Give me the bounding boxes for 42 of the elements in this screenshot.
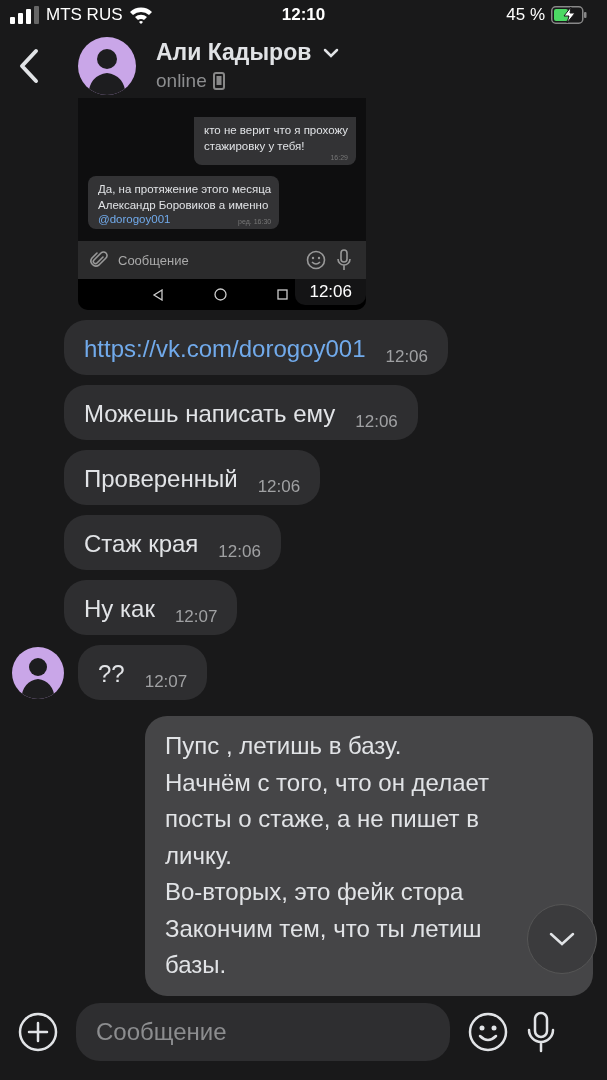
battery-icon xyxy=(551,6,587,25)
online-status: online xyxy=(156,70,207,93)
clock-time: 12:10 xyxy=(280,5,327,26)
message-text: Можешь написать ему xyxy=(84,399,336,429)
home-nav-icon xyxy=(214,288,227,302)
message-placeholder: Сообщение xyxy=(118,252,190,268)
add-button[interactable] xyxy=(18,1011,58,1052)
message-time: 12:06 xyxy=(257,477,301,498)
mic-icon xyxy=(336,249,352,272)
back-nav-icon xyxy=(152,288,164,301)
recents-nav-icon xyxy=(277,289,288,301)
mention-link[interactable]: @dorogoy001 xyxy=(98,213,171,226)
message-text: Ну как xyxy=(84,594,155,624)
emoji-button[interactable] xyxy=(468,1011,508,1052)
wifi-icon xyxy=(128,6,153,25)
chevron-down-icon xyxy=(549,931,575,948)
message-time: 12:07 xyxy=(144,672,188,693)
message-time: 12:07 xyxy=(174,607,218,628)
contact-name[interactable]: Али Кадыров xyxy=(156,39,312,67)
message-time: 12:06 xyxy=(385,347,429,368)
back-button[interactable] xyxy=(18,47,40,84)
message-text: Пупс , летишь в базу. Начнём с того, что он делает посты о стаже, а не пишет в личку. Во-вторых, это фейк стора Закончим тем, что ты летиш базы. xyxy=(165,731,490,981)
message-input[interactable]: Сообщение xyxy=(76,1002,450,1061)
message-link[interactable]: https://vk.com/dorogoy001 xyxy=(84,334,366,364)
attach-icon xyxy=(90,251,108,270)
message-text: кто не верит что я прохожу стажировку у тебя! xyxy=(204,123,348,155)
carrier-name: MTS RUS xyxy=(46,5,123,26)
message-time: 12:06 xyxy=(295,279,366,306)
mic-button[interactable] xyxy=(526,1010,556,1053)
message-text: Проверенный xyxy=(84,464,238,494)
message-text: Стаж края xyxy=(84,529,199,559)
avatar[interactable] xyxy=(78,36,136,95)
message-time: 12:06 xyxy=(218,542,261,563)
battery-percent: 45 % xyxy=(506,5,545,26)
message-text: Да, на протяжение этого месяца Александр Боровиков а именно xyxy=(98,182,272,214)
emoji-icon xyxy=(306,250,326,271)
phone-icon xyxy=(212,72,225,91)
avatar[interactable] xyxy=(12,646,64,699)
signal-icon xyxy=(10,6,40,25)
chevron-icon[interactable] xyxy=(323,47,340,58)
message-text: ?? xyxy=(98,659,125,689)
message-time: 12:06 xyxy=(355,412,398,433)
